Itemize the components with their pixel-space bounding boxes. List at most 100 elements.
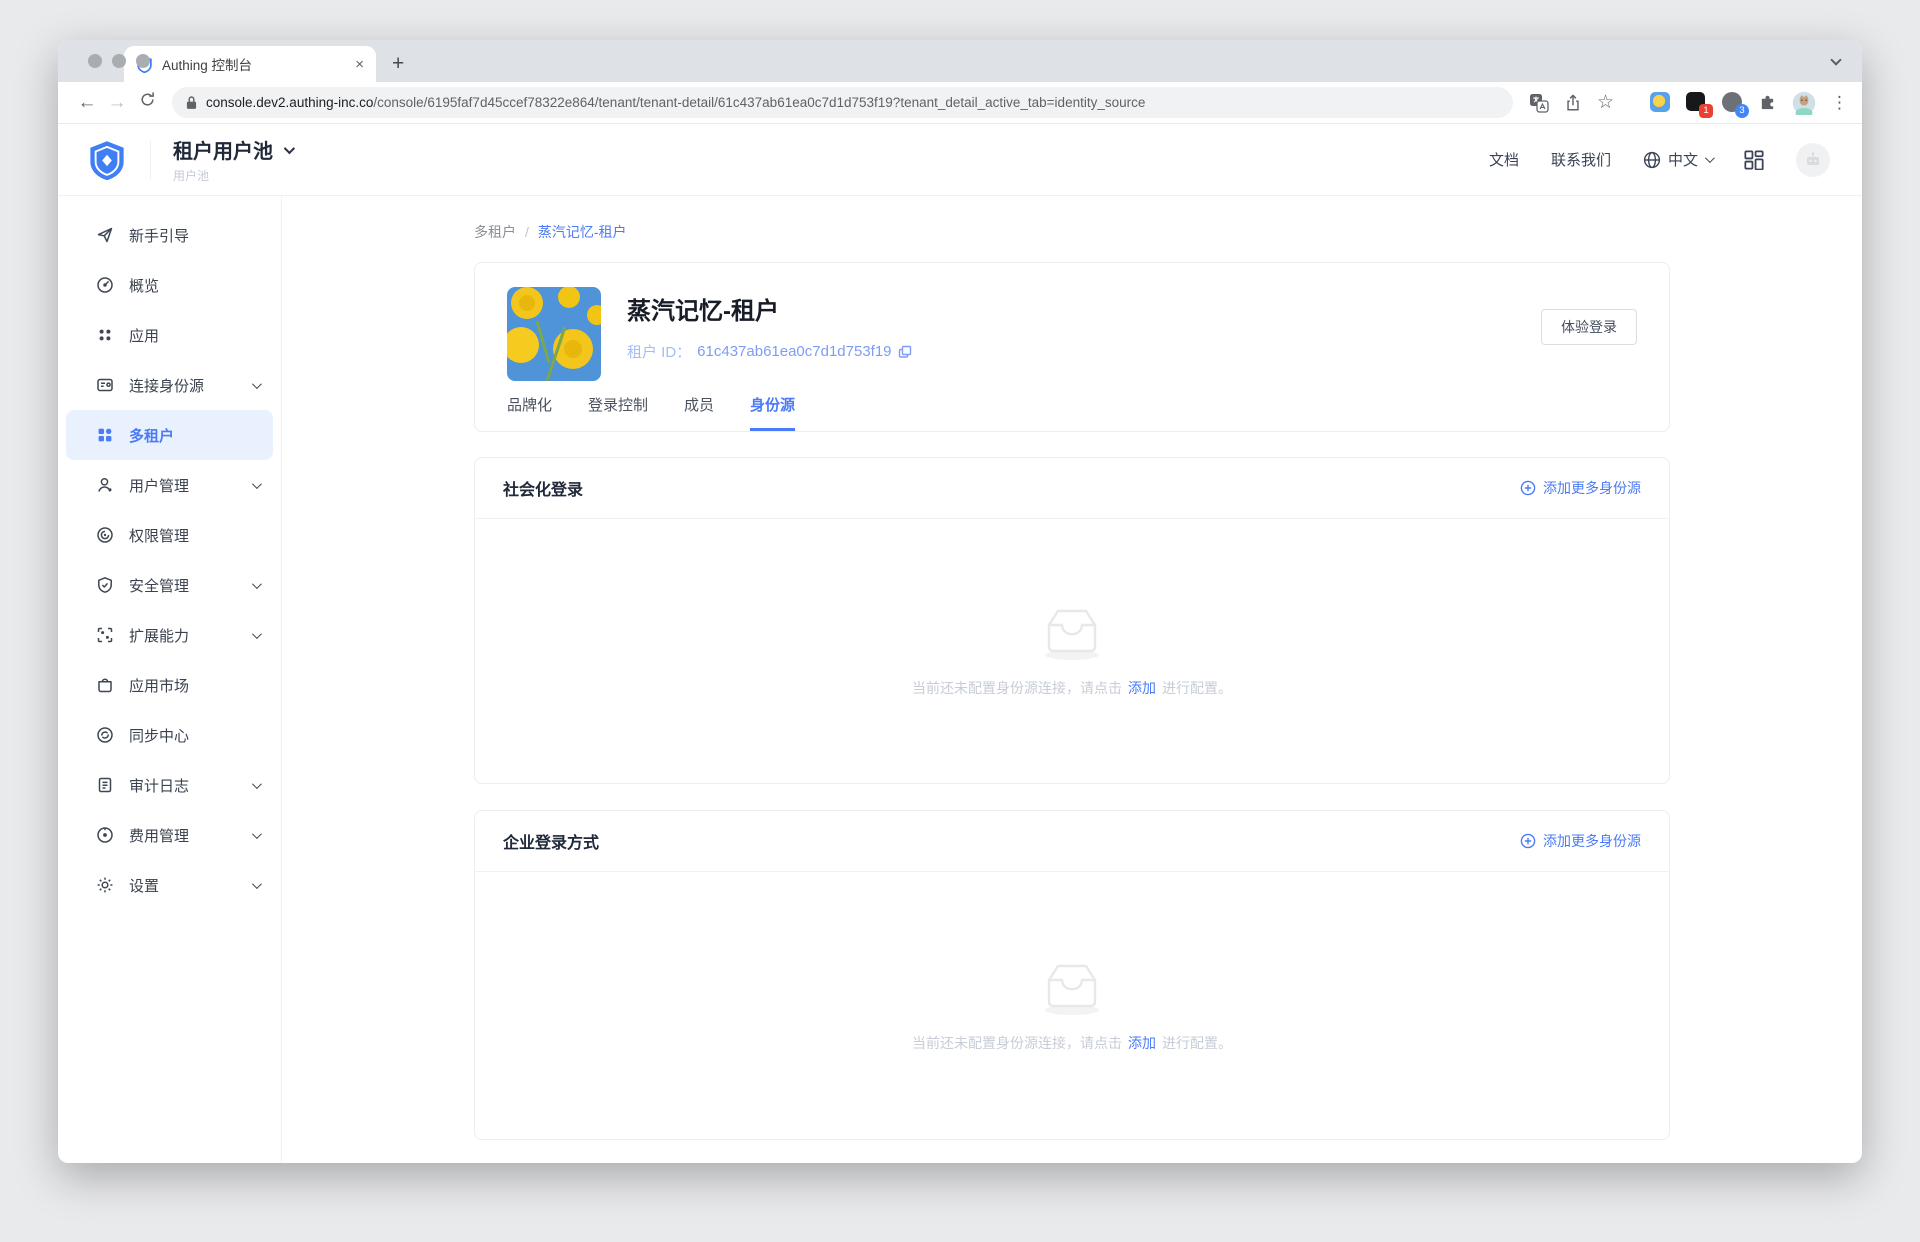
browser-tab[interactable]: Authing 控制台 × [124,46,376,82]
shield-check-icon [96,576,114,594]
sidebar: 新手引导 概览 应用 连接身份源 多租户 用户管理 [58,196,282,1163]
browser-toolbar: ← → console.dev2.authing-inc.co/console/… [58,82,1862,124]
empty-state-text: 当前还未配置身份源连接，请点击添加进行配置。 [912,678,1232,698]
back-button[interactable]: ← [72,92,102,114]
language-label: 中文 [1668,149,1698,170]
language-selector[interactable]: 中文 [1643,149,1712,170]
docs-link[interactable]: 文档 [1489,149,1519,170]
chevron-down-icon [252,879,262,889]
address-bar[interactable]: console.dev2.authing-inc.co/console/6195… [172,87,1513,118]
social-login-section: 社会化登录 添加更多身份源 当前还未配置身份源连接，请点击添加进行配置。 [474,457,1670,784]
dashboard-icon [96,276,114,294]
add-link[interactable]: 添加 [1128,680,1156,696]
browser-menu-icon[interactable]: ⋮ [1831,93,1848,113]
sidebar-item-audit-log[interactable]: 审计日志 [66,760,273,810]
try-login-button[interactable]: 体验登录 [1541,309,1637,345]
breadcrumb: 多租户 / 蒸汽记忆-租户 [474,222,1670,242]
plus-circle-icon [1520,833,1536,849]
bookmark-star-icon[interactable]: ☆ [1597,91,1614,114]
sidebar-item-app-market[interactable]: 应用市场 [66,660,273,710]
tenant-name: 蒸汽记忆-租户 [627,291,912,326]
chevron-down-icon [1705,153,1715,163]
sidebar-item-settings[interactable]: 设置 [66,860,273,910]
sidebar-item-applications[interactable]: 应用 [66,310,273,360]
apps-icon [96,326,114,344]
chevron-down-icon [252,629,262,639]
workspace-title: 租户用户池 [173,135,273,164]
sidebar-item-security-management[interactable]: 安全管理 [66,560,273,610]
tab-close-icon[interactable]: × [355,56,364,73]
add-identity-source-link[interactable]: 添加更多身份源 [1520,831,1641,851]
url-path: /console/6195faf7d45ccef78322e864/tenant… [373,95,1145,110]
share-icon[interactable] [1564,94,1582,112]
extensions-puzzle-icon[interactable] [1758,93,1777,112]
extension-notion-icon[interactable]: 1 [1686,92,1707,113]
tenant-id-label: 租户 ID： [627,341,691,362]
chevron-down-icon [252,779,262,789]
sidebar-item-multi-tenant[interactable]: 多租户 [66,410,273,460]
app-header: 租户用户池 用户池 文档 联系我们 中文 [58,124,1862,196]
add-identity-source-link[interactable]: 添加更多身份源 [1520,478,1641,498]
empty-tray-icon [1035,959,1109,1017]
sidebar-item-user-management[interactable]: 用户管理 [66,460,273,510]
tab-members[interactable]: 成员 [684,394,714,431]
tab-login-control[interactable]: 登录控制 [588,394,648,431]
chevron-down-icon [252,479,262,489]
tenant-avatar [507,287,601,381]
chevron-down-icon [252,379,262,389]
empty-state-text: 当前还未配置身份源连接，请点击添加进行配置。 [912,1033,1232,1053]
tab-strip: Authing 控制台 × + [58,40,1862,82]
contact-link[interactable]: 联系我们 [1551,149,1611,170]
lock-icon [186,95,197,110]
forward-button[interactable]: → [102,92,132,114]
profile-avatar[interactable] [1792,91,1816,115]
workspace-switcher[interactable]: 租户用户池 用户池 [173,135,292,184]
workspace-subtitle: 用户池 [173,167,292,184]
extension-github-icon[interactable]: 3 [1722,92,1743,113]
app-grid-icon[interactable] [1744,150,1764,170]
section-title: 社会化登录 [503,476,583,500]
url-domain: console.dev2.authing-inc.co [206,95,373,110]
multi-tenant-icon [96,426,114,444]
tab-title: Authing 控制台 [162,54,346,74]
breadcrumb-current: 蒸汽记忆-租户 [538,222,627,242]
user-avatar[interactable] [1796,143,1830,177]
tab-branding[interactable]: 品牌化 [507,394,552,431]
authing-logo-icon[interactable] [86,139,128,181]
reload-button[interactable] [132,91,162,114]
browser-window: Authing 控制台 × + ← → console.dev2.authing… [58,40,1862,1163]
copy-icon[interactable] [898,345,912,359]
sidebar-item-overview[interactable]: 概览 [66,260,273,310]
extension-colorful-icon[interactable] [1650,92,1671,113]
breadcrumb-parent[interactable]: 多租户 [474,222,516,242]
tenant-card: 蒸汽记忆-租户 租户 ID： 61c437ab61ea0c7d1d753f19 … [474,262,1670,432]
tenant-tabs: 品牌化 登录控制 成员 身份源 [507,394,795,431]
header-divider [150,141,151,179]
tab-identity-source[interactable]: 身份源 [750,394,795,431]
sidebar-item-guide[interactable]: 新手引导 [66,210,273,260]
plus-circle-icon [1520,480,1536,496]
chevron-down-icon [252,829,262,839]
sidebar-item-extensions[interactable]: 扩展能力 [66,610,273,660]
translate-icon[interactable] [1529,93,1549,113]
traffic-lights[interactable] [88,54,150,68]
new-tab-button[interactable]: + [392,52,404,76]
main-content: 多租户 / 蒸汽记忆-租户 蒸汽记忆-租户 租户 ID： 61c437ab61e… [282,196,1862,1163]
sidebar-item-identity-sources[interactable]: 连接身份源 [66,360,273,410]
robot-icon [1804,151,1822,169]
billing-icon [96,826,114,844]
empty-tray-icon [1035,604,1109,662]
sidebar-item-sync-center[interactable]: 同步中心 [66,710,273,760]
identity-card-icon [96,376,114,394]
market-bag-icon [96,676,114,694]
section-title: 企业登录方式 [503,829,599,853]
add-link[interactable]: 添加 [1128,1035,1156,1051]
tenant-id-value: 61c437ab61ea0c7d1d753f19 [697,343,891,360]
tab-search-chevron-icon[interactable] [1830,54,1841,65]
user-icon [96,476,114,494]
sidebar-item-billing[interactable]: 费用管理 [66,810,273,860]
globe-icon [1643,151,1661,169]
sidebar-item-permission-management[interactable]: 权限管理 [66,510,273,560]
sync-icon [96,726,114,744]
extension-icon [96,626,114,644]
